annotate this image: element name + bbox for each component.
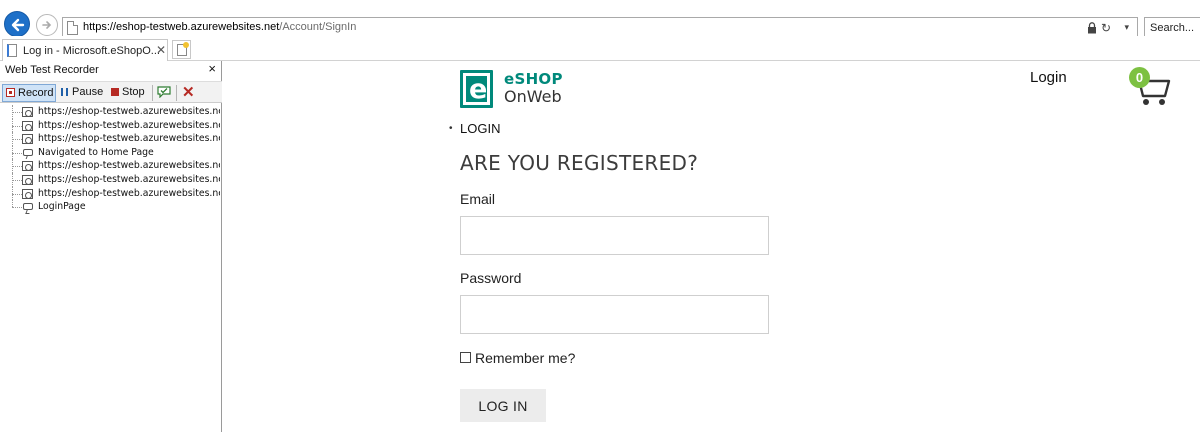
back-button[interactable]	[4, 11, 30, 37]
stop-label: Stop	[122, 86, 145, 98]
record-button[interactable]: Record	[2, 84, 56, 102]
page-content: e eSHOP OnWeb Login 0 • LOGIN ARE YOU RE…	[223, 61, 1200, 432]
forward-arrow-icon	[42, 21, 52, 29]
stop-icon	[111, 88, 119, 96]
new-tab-icon	[177, 42, 189, 56]
lock-icon[interactable]	[1087, 22, 1097, 34]
tree-item-label: https://eshop-testweb.azurewebsites.net/…	[38, 160, 220, 172]
tree-connector	[12, 179, 22, 181]
recorded-request-item[interactable]: https://eshop-testweb.azurewebsites.net/…	[0, 118, 220, 133]
recorder-title: Web Test Recorder	[5, 64, 99, 76]
cart-count-badge: 0	[1129, 67, 1150, 88]
toolbar-divider	[176, 85, 177, 101]
tree-connector	[12, 139, 22, 141]
logo-mark-letter: e	[469, 74, 488, 105]
tree-connector	[12, 207, 22, 209]
stop-button[interactable]: Stop	[108, 84, 148, 102]
tree-connector	[12, 112, 22, 113]
add-comment-icon[interactable]	[157, 86, 171, 98]
pause-label: Pause	[72, 86, 104, 98]
url-host: https://eshop-testweb.azurewebsites.net	[83, 21, 280, 33]
web-request-icon	[22, 174, 33, 185]
record-label: Record	[18, 87, 54, 99]
pause-icon	[61, 88, 68, 96]
password-field[interactable]	[460, 295, 769, 334]
recorded-comment-item[interactable]: Navigated to Home Page	[0, 145, 220, 160]
tree-item-label: Navigated to Home Page	[38, 146, 154, 158]
recorder-toolbar: Record Pause Stop ✕	[0, 81, 222, 103]
recorded-comment-item[interactable]: LoginPage	[0, 200, 220, 214]
tree-connector	[12, 166, 22, 168]
url-path: /Account/SignIn	[279, 21, 357, 33]
web-test-recorder-panel: Web Test Recorder × Record Pause Stop ✕ …	[0, 61, 222, 432]
recorded-request-item[interactable]: https://eshop-testweb.azurewebsites.net/	[0, 105, 220, 119]
page-icon	[7, 44, 17, 57]
breadcrumb[interactable]: LOGIN	[460, 121, 500, 136]
close-tab-icon[interactable]: ✕	[156, 43, 166, 57]
email-field[interactable]	[460, 216, 769, 255]
new-tab-button[interactable]	[172, 40, 191, 59]
tree-connector	[12, 193, 22, 195]
tree-connector	[12, 125, 22, 127]
comment-icon	[23, 148, 33, 156]
tree-item-label: https://eshop-testweb.azurewebsites.net/…	[38, 187, 220, 199]
back-arrow-icon	[11, 18, 25, 32]
comment-icon	[23, 203, 33, 211]
logo-text-onweb: OnWeb	[504, 87, 562, 106]
tree-item-label: https://eshop-testweb.azurewebsites.net/…	[38, 119, 220, 131]
tree-item-label: https://eshop-testweb.azurewebsites.net/	[38, 106, 220, 117]
browser-address-row: https://eshop-testweb.azurewebsites.net/…	[0, 0, 1200, 39]
tree-item-label: LoginPage	[38, 201, 86, 213]
login-button[interactable]: LOG IN	[460, 389, 546, 422]
forward-button[interactable]	[36, 14, 58, 36]
page-icon	[67, 21, 78, 35]
toolbar-divider	[152, 85, 153, 101]
web-request-icon	[22, 120, 33, 131]
recorded-request-item[interactable]: https://eshop-testweb.azurewebsites.net/…	[0, 159, 220, 173]
eshop-logo[interactable]: e eSHOP OnWeb	[460, 70, 590, 110]
recorded-items-tree: https://eshop-testweb.azurewebsites.net/…	[0, 105, 220, 214]
tab-bar: Log in - Microsoft.eShopO... ✕	[0, 36, 1200, 61]
header-login-link[interactable]: Login	[1030, 69, 1067, 86]
logo-text-eshop: eSHOP	[504, 70, 563, 88]
email-label: Email	[460, 191, 496, 207]
pause-button[interactable]: Pause	[58, 84, 106, 102]
remember-me-checkbox[interactable]	[460, 352, 471, 363]
web-request-icon	[22, 161, 33, 172]
recorded-request-item[interactable]: https://eshop-testweb.azurewebsites.net/…	[0, 172, 220, 187]
page-title: ARE YOU REGISTERED?	[460, 151, 699, 175]
refresh-icon[interactable]: ↻	[1101, 21, 1111, 35]
web-request-icon	[22, 107, 33, 117]
remember-me-label[interactable]: Remember me?	[475, 350, 575, 366]
breadcrumb-bullet: •	[449, 123, 453, 134]
recorded-request-item[interactable]: https://eshop-testweb.azurewebsites.net/…	[0, 132, 220, 146]
logo-mark-icon: e	[460, 70, 493, 108]
web-request-icon	[22, 134, 33, 145]
tree-connector	[12, 152, 22, 154]
close-icon[interactable]: ×	[208, 61, 216, 76]
password-label: Password	[460, 270, 522, 286]
web-request-icon	[22, 188, 33, 199]
record-icon	[6, 88, 15, 97]
recorded-request-item[interactable]: https://eshop-testweb.azurewebsites.net/…	[0, 186, 220, 201]
tab-title: Log in - Microsoft.eShopO...	[23, 45, 160, 57]
delete-icon[interactable]: ✕	[182, 83, 195, 101]
tree-item-label: https://eshop-testweb.azurewebsites.net/…	[38, 173, 220, 185]
tab-login[interactable]: Log in - Microsoft.eShopO... ✕	[2, 39, 168, 61]
tree-item-label: https://eshop-testweb.azurewebsites.net/…	[38, 133, 220, 145]
tree-connector	[12, 200, 13, 208]
url-text[interactable]: https://eshop-testweb.azurewebsites.net/…	[83, 21, 356, 33]
chevron-down-icon[interactable]: ▾	[1124, 22, 1129, 33]
